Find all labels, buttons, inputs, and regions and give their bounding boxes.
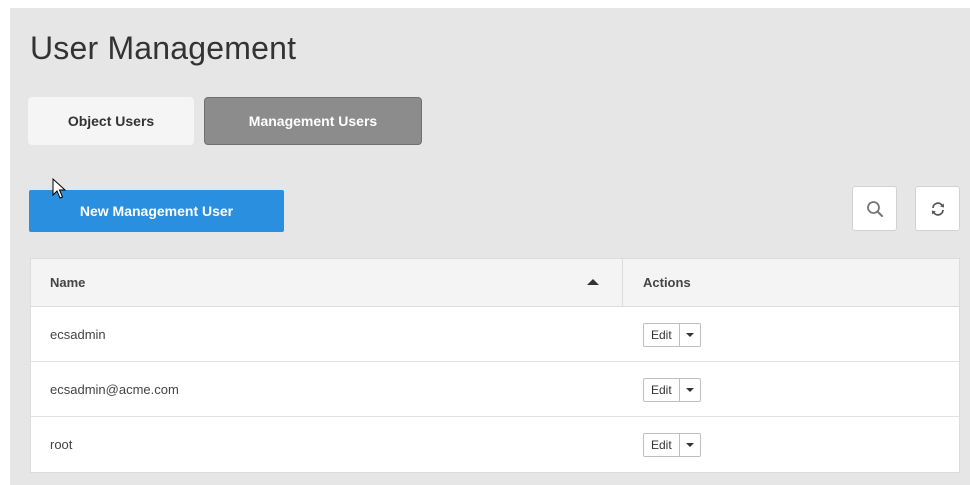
- table-row: ecsadmin Edit: [31, 307, 959, 362]
- column-header-actions-label: Actions: [643, 275, 691, 290]
- tab-object-users[interactable]: Object Users: [28, 97, 194, 145]
- actions-dropdown-toggle[interactable]: [680, 324, 700, 346]
- sort-ascending-icon[interactable]: [587, 279, 599, 285]
- edit-button[interactable]: Edit: [644, 324, 680, 346]
- actions-dropdown-toggle[interactable]: [680, 379, 700, 401]
- edit-split-button: Edit: [643, 378, 701, 402]
- mouse-pointer-icon: [52, 178, 67, 199]
- search-button[interactable]: [852, 186, 897, 231]
- caret-down-icon: [685, 333, 694, 337]
- users-table: Name Actions ecsadmin Edit ecsadmin@acme…: [30, 258, 960, 473]
- refresh-button[interactable]: [915, 186, 960, 231]
- table-row: ecsadmin@acme.com Edit: [31, 362, 959, 417]
- user-name-cell: root: [50, 437, 73, 452]
- table-header: Name Actions: [31, 259, 959, 307]
- actions-cell: Edit: [623, 307, 959, 361]
- refresh-icon: [931, 201, 944, 216]
- search-icon: [866, 200, 883, 217]
- actions-cell: Edit: [623, 417, 959, 472]
- edit-split-button: Edit: [643, 323, 701, 347]
- user-name-cell: ecsadmin@acme.com: [50, 382, 179, 397]
- column-header-name-label: Name: [50, 275, 86, 290]
- edit-button[interactable]: Edit: [644, 434, 680, 456]
- caret-down-icon: [685, 443, 694, 447]
- caret-down-icon: [685, 388, 694, 392]
- page-title: User Management: [30, 30, 297, 66]
- edit-button[interactable]: Edit: [644, 379, 680, 401]
- column-header-name[interactable]: Name: [31, 259, 623, 306]
- column-header-actions: Actions: [623, 259, 959, 306]
- user-name-cell: ecsadmin: [50, 327, 106, 342]
- edit-split-button: Edit: [643, 433, 701, 457]
- actions-cell: Edit: [623, 362, 959, 416]
- actions-dropdown-toggle[interactable]: [680, 434, 700, 456]
- table-row: root Edit: [31, 417, 959, 472]
- tab-management-users[interactable]: Management Users: [204, 97, 422, 145]
